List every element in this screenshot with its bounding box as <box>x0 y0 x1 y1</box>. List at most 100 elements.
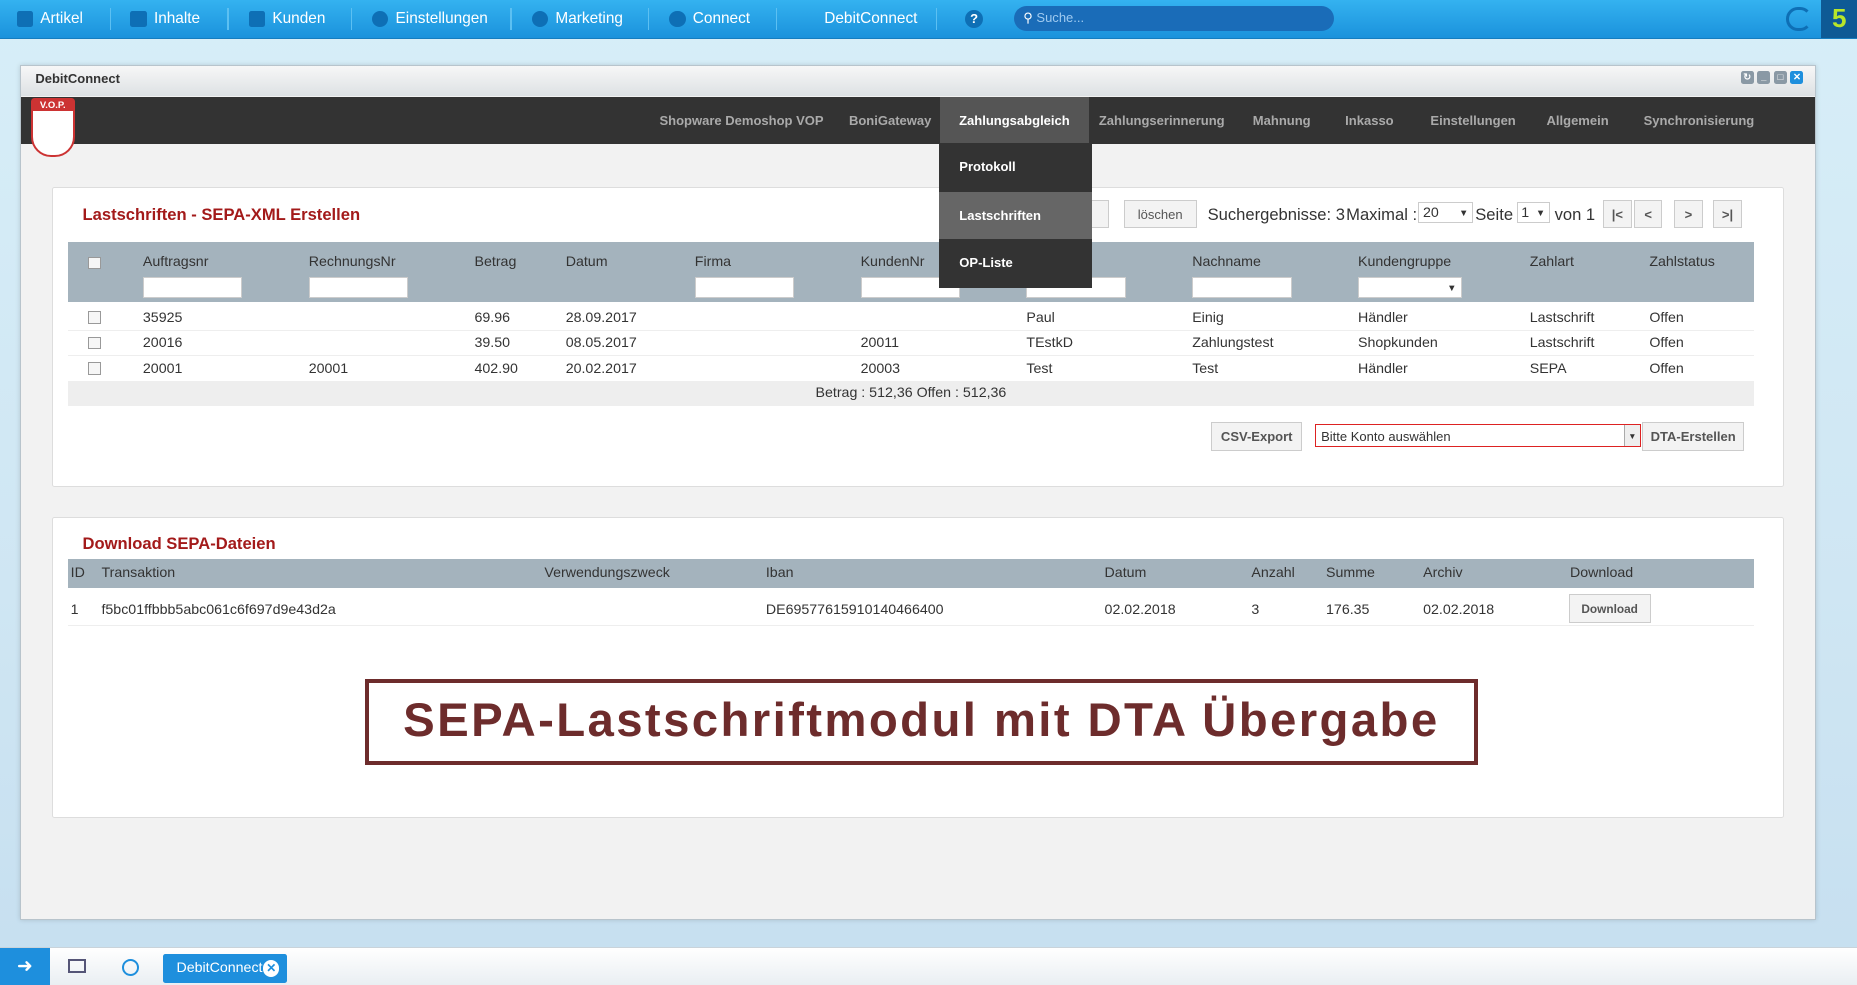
col-id: ID <box>70 564 85 581</box>
col-iban: Iban <box>765 564 794 581</box>
filter-firma[interactable] <box>694 276 795 299</box>
table-row[interactable]: 35925 69.96 28.09.2017 Paul Einig Händler Last… <box>68 305 1754 332</box>
filter-rechnungsnr[interactable] <box>308 276 409 299</box>
prev-page-button[interactable]: < <box>1633 199 1663 229</box>
cell-datum: 08.05.2017 <box>565 335 637 352</box>
search-input[interactable]: ⚲ Suche... <box>1013 5 1334 31</box>
minimize-icon[interactable]: _ <box>1757 70 1771 84</box>
dropdown-op-liste[interactable]: OP-Liste <box>939 239 1092 286</box>
nav-inkasso[interactable]: Inkasso <box>1326 97 1412 144</box>
nav-mahnung[interactable]: Mahnung <box>1234 97 1330 144</box>
page-select[interactable]: 1 ▼ <box>1516 202 1550 224</box>
logout-icon[interactable]: ➜ <box>0 948 50 985</box>
cell-id: 1 <box>70 602 79 619</box>
page-label: Seite <box>1475 204 1514 224</box>
table-row[interactable]: 20016 39.50 08.05.2017 20011 TEstkD Zahlungst… <box>68 331 1754 357</box>
vop-logo: V.O.P. <box>30 98 75 157</box>
col-betrag[interactable]: Betrag <box>475 254 517 270</box>
nav-zahlungsabgleich[interactable]: Zahlungsabgleich <box>940 96 1089 145</box>
cell-gruppe: Händler <box>1357 360 1408 377</box>
pie-chart-icon <box>531 10 549 28</box>
taskbar-tab-debitconnect[interactable]: DebitConnect ✕ <box>163 954 287 983</box>
dashboard-icon[interactable] <box>121 959 139 976</box>
close-icon[interactable]: ✕ <box>1790 70 1804 84</box>
account-select[interactable]: Bitte Konto auswählen ▼ <box>1315 423 1642 448</box>
col-firma[interactable]: Firma <box>695 254 731 270</box>
account-select-value: Bitte Konto auswählen <box>1321 428 1451 444</box>
menu-inhalte[interactable]: Inhalte <box>130 0 200 38</box>
col-zahlstatus[interactable]: Zahlstatus <box>1649 254 1715 270</box>
close-tab-icon[interactable]: ✕ <box>262 960 280 977</box>
lastschriften-panel: Lastschriften - SEPA-XML Erstellen lösch… <box>51 186 1785 488</box>
download-button[interactable]: Download <box>1568 594 1651 623</box>
help-button[interactable]: ? <box>965 0 983 38</box>
row-checkbox[interactable] <box>88 336 102 350</box>
cell-auftrag: 20016 <box>142 335 183 352</box>
chevron-down-icon: ▼ <box>1623 424 1641 446</box>
menu-marketing[interactable]: Marketing <box>531 0 623 38</box>
refresh-icon[interactable]: ↻ <box>1740 70 1754 84</box>
filter-auftragsnr[interactable] <box>142 276 243 299</box>
windows-icon[interactable] <box>67 959 87 974</box>
maximize-icon[interactable]: □ <box>1773 70 1787 84</box>
select-all-checkbox[interactable] <box>88 256 102 270</box>
col-kundennr[interactable]: KundenNr <box>861 254 925 270</box>
menu-connect[interactable]: Connect <box>669 0 750 38</box>
dropdown-protokoll[interactable]: Protokoll <box>939 143 1092 190</box>
nav-allgemein[interactable]: Allgemein <box>1528 97 1628 144</box>
gear-icon <box>371 10 389 28</box>
menu-artikel[interactable]: Artikel <box>16 0 83 38</box>
nav-shopware-demoshop[interactable]: Shopware Demoshop VOP <box>641 97 843 144</box>
col-datum[interactable]: Datum <box>566 254 608 270</box>
panel-title: Download SEPA-Dateien <box>82 533 276 553</box>
menu-kunden[interactable]: Kunden <box>248 0 326 38</box>
col-kundengruppe[interactable]: Kundengruppe <box>1358 254 1451 270</box>
dropdown-lastschriften[interactable]: Lastschriften <box>939 191 1092 240</box>
dta-erstellen-button[interactable]: DTA-Erstellen <box>1642 422 1745 451</box>
col-rechnungsnr[interactable]: RechnungsNr <box>309 254 396 270</box>
cell-betrag: 69.96 <box>474 309 511 326</box>
menu-debitconnect[interactable]: DebitConnect <box>824 0 917 38</box>
next-page-button[interactable]: > <box>1674 199 1703 229</box>
cell-nachname: Einig <box>1192 309 1224 326</box>
row-checkbox[interactable] <box>88 311 102 324</box>
window-title: DebitConnect <box>35 71 120 87</box>
menu-label: Marketing <box>555 10 623 27</box>
total-row: Betrag : 512,36 Offen : 512,36 <box>68 380 1754 406</box>
col-nachname[interactable]: Nachname <box>1192 254 1261 270</box>
users-icon <box>248 10 266 28</box>
max-select[interactable]: 20 ▼ <box>1418 202 1473 224</box>
filter-kundengruppe-select[interactable]: ▼ <box>1357 276 1463 299</box>
nav-zahlungserinnerung[interactable]: Zahlungserinnerung <box>1080 97 1244 144</box>
delete-button[interactable]: löschen <box>1123 199 1197 229</box>
csv-export-button[interactable]: CSV-Export <box>1211 422 1303 451</box>
col-auftragsnr[interactable]: Auftragsnr <box>143 254 209 270</box>
cell-kundennr: 20011 <box>860 335 900 352</box>
menu-einstellungen[interactable]: Einstellungen <box>371 0 488 38</box>
cell-status: Offen <box>1649 309 1684 326</box>
col-zahlart[interactable]: Zahlart <box>1530 254 1574 270</box>
window-titlebar[interactable]: DebitConnect ↻ _ □ ✕ <box>21 66 1816 96</box>
page-value: 1 <box>1521 205 1530 222</box>
last-page-button[interactable]: >| <box>1713 199 1742 229</box>
connect-icon <box>669 10 686 28</box>
nav-einstellungen[interactable]: Einstellungen <box>1411 97 1534 144</box>
menu-label: Connect <box>692 10 751 27</box>
cell-nachname: Zahlungstest <box>1192 335 1274 352</box>
shopware-icon[interactable] <box>1785 7 1812 31</box>
max-label: Maximal : <box>1346 204 1418 224</box>
menu-label: Kunden <box>272 10 326 27</box>
cell-auftrag: 35925 <box>142 309 183 326</box>
cell-gruppe: Shopkunden <box>1357 335 1438 352</box>
row-checkbox[interactable] <box>88 361 102 375</box>
promo-banner: SEPA-Lastschriftmodul mit DTA Übergabe <box>364 678 1478 766</box>
cell-betrag: 39.50 <box>474 335 511 352</box>
nav-synchronisierung[interactable]: Synchronisierung <box>1625 97 1774 144</box>
nav-bonigateway[interactable]: BoniGateway <box>830 97 950 144</box>
col-verwendungszweck: Verwendungszweck <box>544 564 670 581</box>
col-transaktion: Transaktion <box>101 564 176 581</box>
table-row[interactable]: 20001 20001 402.90 20.02.2017 20003 Test Test H… <box>68 356 1754 382</box>
first-page-button[interactable]: |< <box>1603 199 1632 229</box>
filter-nachname[interactable] <box>1192 276 1292 299</box>
cell-vorname: TEstkD <box>1026 335 1073 352</box>
